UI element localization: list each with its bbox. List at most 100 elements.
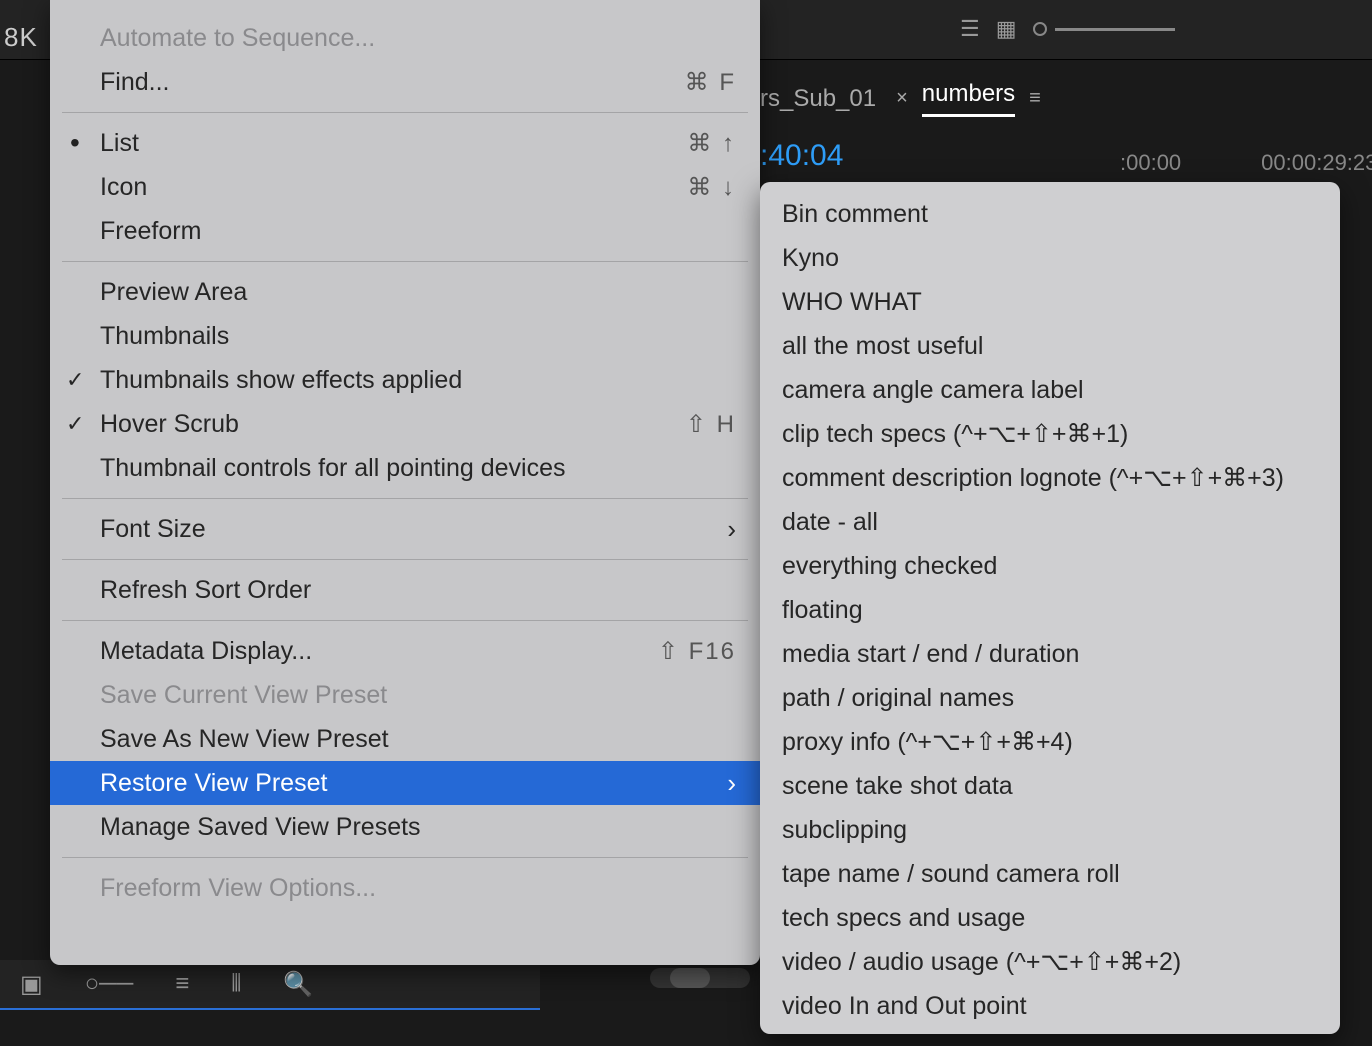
preset-kyno[interactable]: Kyno <box>760 236 1340 280</box>
menuitem-label: comment description lognote (^+⌥+⇧+⌘+3) <box>782 463 1284 493</box>
restore-view-preset-submenu: Bin comment Kyno WHO WHAT all the most u… <box>760 182 1340 1034</box>
format-label: 8K <box>4 22 38 53</box>
list-icon[interactable]: ≡ <box>175 970 189 998</box>
menuitem-label: List <box>100 129 139 158</box>
slider-track <box>1055 28 1175 31</box>
menuitem-label: Thumbnail controls for all pointing devi… <box>100 454 566 483</box>
time-ruler[interactable]: :00:00 00:00:29:23 <box>1120 150 1372 176</box>
menuitem-label: Save Current View Preset <box>100 681 387 710</box>
menuitem-thumbnail-controls-pointing[interactable]: Thumbnail controls for all pointing devi… <box>50 446 760 490</box>
preset-all-most-useful[interactable]: all the most useful <box>760 324 1340 368</box>
menuitem-label: date - all <box>782 508 878 537</box>
menuitem-metadata-display[interactable]: Metadata Display... ⇧ F16 <box>50 629 760 673</box>
menuitem-hover-scrub[interactable]: ✓ Hover Scrub ⇧ H <box>50 402 760 446</box>
menuitem-save-as-new-view-preset[interactable]: Save As New View Preset <box>50 717 760 761</box>
check-icon: ✓ <box>66 411 84 437</box>
preset-path-original-names[interactable]: path / original names <box>760 676 1340 720</box>
preset-tape-sound-camera-roll[interactable]: tape name / sound camera roll <box>760 852 1340 896</box>
menuitem-label: Find... <box>100 68 169 97</box>
menuitem-refresh-sort[interactable]: Refresh Sort Order <box>50 568 760 612</box>
panel-context-menu: Automate to Sequence... Find... ⌘ F • Li… <box>50 0 760 965</box>
tab-partial-label[interactable]: rs_Sub_01 <box>760 85 876 113</box>
menuitem-label: path / original names <box>782 684 1014 713</box>
menuitem-label: tech specs and usage <box>782 904 1025 933</box>
preset-clip-tech-specs[interactable]: clip tech specs (^+⌥+⇧+⌘+1) <box>760 412 1340 456</box>
menuitem-label: Thumbnails <box>100 322 229 351</box>
menuitem-label: Save As New View Preset <box>100 725 389 754</box>
preset-bin-comment[interactable]: Bin comment <box>760 192 1340 236</box>
preset-comment-description-lognote[interactable]: comment description lognote (^+⌥+⇧+⌘+3) <box>760 456 1340 500</box>
menuitem-freeform[interactable]: Freeform <box>50 209 760 253</box>
menu-separator <box>62 620 748 621</box>
menuitem-preview-area[interactable]: Preview Area <box>50 270 760 314</box>
menuitem-label: Restore View Preset <box>100 769 327 798</box>
menuitem-label: proxy info (^+⌥+⇧+⌘+4) <box>782 727 1073 757</box>
menuitem-label: video In and Out point <box>782 992 1027 1021</box>
timeline-scrollbar-thumb[interactable] <box>670 968 710 988</box>
close-icon[interactable]: × <box>896 87 908 110</box>
preset-floating[interactable]: floating <box>760 588 1340 632</box>
menuitem-label: Font Size <box>100 515 206 544</box>
menuitem-label: Hover Scrub <box>100 410 239 439</box>
list-view-icon[interactable]: ☰ <box>960 16 980 42</box>
preset-tech-specs-usage[interactable]: tech specs and usage <box>760 896 1340 940</box>
menuitem-label: Kyno <box>782 244 839 273</box>
preset-subclipping[interactable]: subclipping <box>760 808 1340 852</box>
menuitem-label: Manage Saved View Presets <box>100 813 421 842</box>
menuitem-label: floating <box>782 596 863 625</box>
menuitem-find[interactable]: Find... ⌘ F <box>50 60 760 104</box>
shortcut-label: ⌘ ↑ <box>687 129 736 158</box>
timecode-display[interactable]: :40:04 <box>760 139 843 173</box>
preset-everything-checked[interactable]: everything checked <box>760 544 1340 588</box>
project-bottom-bar: ▣ ○── ≡ ⫴ 🔍 <box>0 960 540 1010</box>
menuitem-label: Freeform View Options... <box>100 874 376 903</box>
view-controls: ☰ ▦ <box>960 16 1175 42</box>
sort-icon[interactable]: ⫴ <box>231 970 241 998</box>
search-icon[interactable]: 🔍 <box>283 970 313 999</box>
menuitem-label: Preview Area <box>100 278 247 307</box>
menu-separator <box>62 857 748 858</box>
preset-scene-take-shot-data[interactable]: scene take shot data <box>760 764 1340 808</box>
menuitem-label: video / audio usage (^+⌥+⇧+⌘+2) <box>782 947 1181 977</box>
menuitem-label: Refresh Sort Order <box>100 576 311 605</box>
menuitem-label: WHO WHAT <box>782 288 922 317</box>
menuitem-manage-saved-view-presets[interactable]: Manage Saved View Presets <box>50 805 760 849</box>
preset-media-start-end-duration[interactable]: media start / end / duration <box>760 632 1340 676</box>
preset-who-what[interactable]: WHO WHAT <box>760 280 1340 324</box>
menuitem-save-current-view-preset: Save Current View Preset <box>50 673 760 717</box>
zoom-slider[interactable] <box>1033 22 1175 36</box>
bin-icon[interactable]: ▣ <box>20 970 43 999</box>
chevron-right-icon: › <box>727 514 736 545</box>
menuitem-font-size[interactable]: Font Size › <box>50 507 760 551</box>
preset-proxy-info[interactable]: proxy info (^+⌥+⇧+⌘+4) <box>760 720 1340 764</box>
zoom-slider-icon[interactable]: ○── <box>85 970 134 998</box>
menuitem-label: camera angle camera label <box>782 376 1084 405</box>
panel-menu-icon[interactable]: ≡ <box>1029 87 1041 110</box>
tab-numbers[interactable]: numbers <box>922 80 1015 117</box>
ruler-tick-label: 00:00:29:23 <box>1261 150 1372 176</box>
shortcut-label: ⇧ F16 <box>658 637 736 666</box>
menuitem-thumbnails-show-effects[interactable]: ✓ Thumbnails show effects applied <box>50 358 760 402</box>
menuitem-label: Automate to Sequence... <box>100 24 375 53</box>
menuitem-thumbnails[interactable]: Thumbnails <box>50 314 760 358</box>
menuitem-icon[interactable]: Icon ⌘ ↓ <box>50 165 760 209</box>
ruler-tick-label: :00:00 <box>1120 150 1181 176</box>
menuitem-label: scene take shot data <box>782 772 1013 801</box>
menuitem-label: Bin comment <box>782 200 928 229</box>
preset-video-in-out-point[interactable]: video In and Out point <box>760 984 1340 1028</box>
menuitem-label: all the most useful <box>782 332 984 361</box>
menuitem-restore-view-preset[interactable]: Restore View Preset › <box>50 761 760 805</box>
menuitem-label: everything checked <box>782 552 997 581</box>
preset-video-audio-usage[interactable]: video / audio usage (^+⌥+⇧+⌘+2) <box>760 940 1340 984</box>
slider-thumb-icon[interactable] <box>1033 22 1047 36</box>
menuitem-list[interactable]: • List ⌘ ↑ <box>50 121 760 165</box>
grid-view-icon[interactable]: ▦ <box>996 16 1017 42</box>
preset-date-all[interactable]: date - all <box>760 500 1340 544</box>
chevron-right-icon: › <box>727 768 736 799</box>
menu-separator <box>62 112 748 113</box>
menuitem-label: Icon <box>100 173 147 202</box>
menuitem-automate-to-sequence: Automate to Sequence... <box>50 16 760 60</box>
preset-camera-angle-label[interactable]: camera angle camera label <box>760 368 1340 412</box>
menuitem-label: media start / end / duration <box>782 640 1079 669</box>
check-icon: ✓ <box>66 367 84 393</box>
